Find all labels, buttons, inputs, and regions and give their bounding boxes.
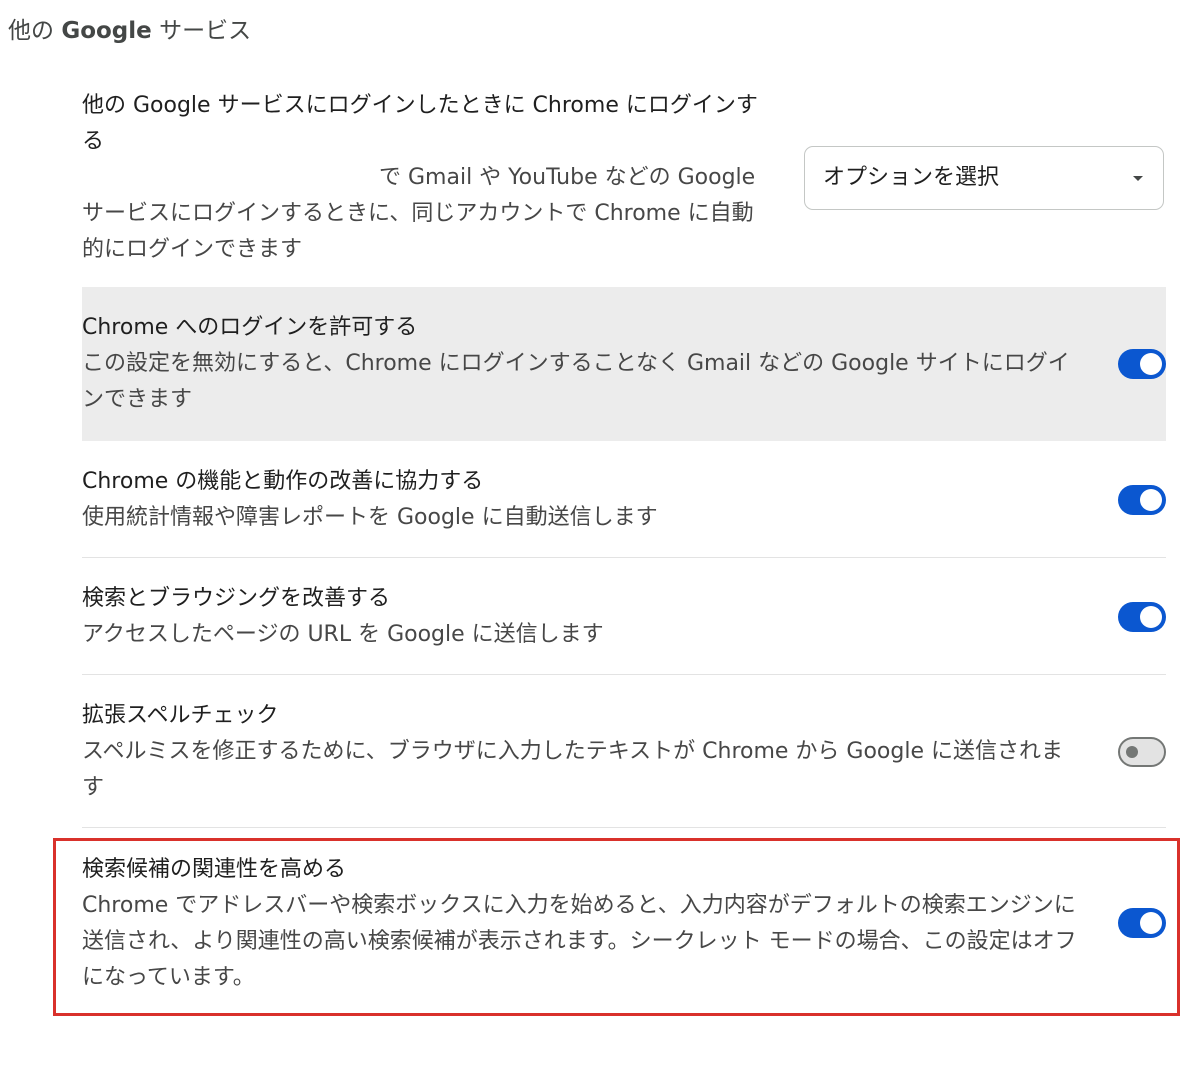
toggle-knob bbox=[1140, 489, 1162, 511]
search-suggest-toggle[interactable] bbox=[1118, 908, 1166, 938]
setting-text: Chrome へのログインを許可する この設定を無効にすると、Chrome にロ… bbox=[82, 310, 1072, 418]
setting-title: 他の Google サービスにログインしたときに Chrome にログインする bbox=[82, 93, 758, 154]
setting-description-part2: サービスにログインするときに、同じアカウントで Chrome に自動的にログイン… bbox=[82, 201, 754, 262]
section-title: 他の Google サービス bbox=[8, 14, 251, 48]
setting-title: Chrome の機能と動作の改善に協力する bbox=[82, 469, 484, 494]
dropdown-arrow-icon bbox=[1133, 176, 1143, 181]
toggle-knob bbox=[1140, 606, 1162, 628]
setting-row-improve-chrome[interactable]: Chrome の機能と動作の改善に協力する 使用統計情報や障害レポートを Goo… bbox=[82, 460, 1166, 556]
setting-description: スペルミスを修正するために、ブラウザに入力したテキストが Chrome から G… bbox=[82, 739, 1063, 800]
setting-title: 拡張スペルチェック bbox=[82, 703, 279, 728]
setting-description: で Gmail や YouTube などの Google サービスにログインする… bbox=[82, 160, 772, 268]
allow-signin-toggle[interactable] bbox=[1118, 349, 1166, 379]
setting-title: 検索とブラウジングを改善する bbox=[82, 586, 391, 611]
setting-text: 他の Google サービスにログインしたときに Chrome にログインする … bbox=[82, 88, 772, 268]
section-title-prefix: 他の bbox=[8, 18, 54, 44]
spell-check-toggle[interactable] bbox=[1118, 737, 1166, 767]
setting-text: 検索とブラウジングを改善する アクセスしたページの URL を Google に… bbox=[82, 581, 1072, 653]
divider bbox=[82, 674, 1166, 675]
select-value: オプションを選択 bbox=[823, 165, 1000, 190]
toggle-knob bbox=[1140, 912, 1162, 934]
setting-title: Chrome へのログインを許可する bbox=[82, 315, 418, 340]
divider bbox=[82, 557, 1166, 558]
setting-text: 拡張スペルチェック スペルミスを修正するために、ブラウザに入力したテキストが C… bbox=[82, 698, 1072, 806]
divider bbox=[82, 827, 1166, 828]
toggle-knob bbox=[1126, 746, 1138, 758]
setting-description-part1: で Gmail や YouTube などの Google bbox=[379, 165, 756, 190]
setting-title: 検索候補の関連性を高める bbox=[82, 857, 347, 882]
setting-text: Chrome の機能と動作の改善に協力する 使用統計情報や障害レポートを Goo… bbox=[82, 464, 1072, 536]
setting-row-signin-sync: 他の Google サービスにログインしたときに Chrome にログインする … bbox=[82, 88, 1166, 270]
setting-text: 検索候補の関連性を高める Chrome でアドレスバーや検索ボックスに入力を始め… bbox=[82, 852, 1082, 996]
setting-row-search-suggest[interactable]: 検索候補の関連性を高める Chrome でアドレスバーや検索ボックスに入力を始め… bbox=[82, 848, 1166, 998]
signin-option-select[interactable]: オプションを選択 bbox=[804, 146, 1164, 210]
setting-description: この設定を無効にすると、Chrome にログインすることなく Gmail などの… bbox=[82, 351, 1070, 412]
setting-row-allow-signin[interactable]: Chrome へのログインを許可する この設定を無効にすると、Chrome にロ… bbox=[82, 287, 1166, 441]
setting-description: Chrome でアドレスバーや検索ボックスに入力を始めると、入力内容がデフォルト… bbox=[82, 893, 1077, 990]
setting-description: アクセスしたページの URL を Google に送信します bbox=[82, 622, 604, 647]
improve-chrome-toggle[interactable] bbox=[1118, 485, 1166, 515]
setting-row-search-browse[interactable]: 検索とブラウジングを改善する アクセスしたページの URL を Google に… bbox=[82, 578, 1166, 674]
toggle-knob bbox=[1140, 353, 1162, 375]
section-title-suffix: サービス bbox=[159, 18, 252, 44]
setting-row-spell-check[interactable]: 拡張スペルチェック スペルミスを修正するために、ブラウザに入力したテキストが C… bbox=[82, 694, 1166, 826]
section-title-brand: Google bbox=[61, 18, 152, 44]
search-browse-toggle[interactable] bbox=[1118, 602, 1166, 632]
redacted-account bbox=[82, 165, 372, 191]
setting-description: 使用統計情報や障害レポートを Google に自動送信します bbox=[82, 505, 658, 530]
